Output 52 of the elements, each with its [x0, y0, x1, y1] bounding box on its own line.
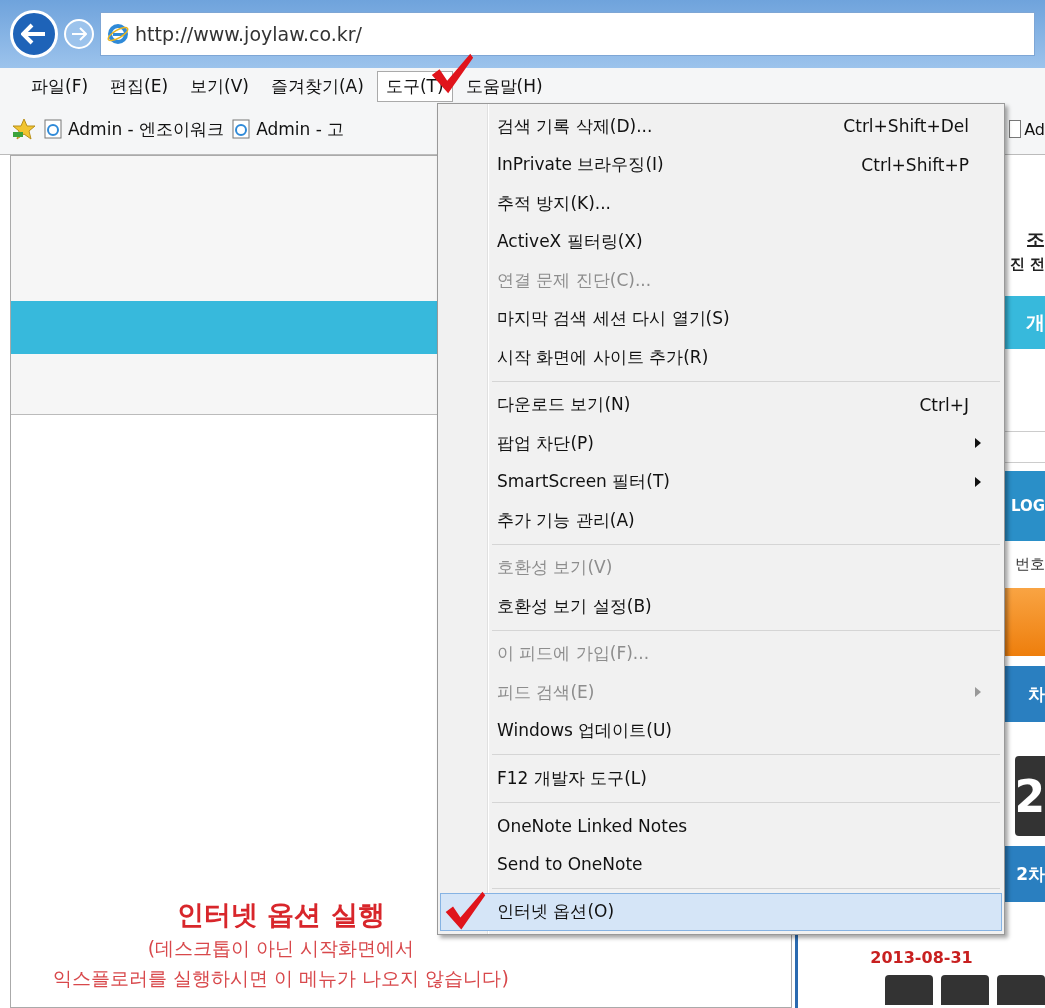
arrow-right-icon: [71, 27, 87, 41]
favorite-link[interactable]: Admin - 고: [232, 117, 345, 141]
counter-tile: 2: [1015, 756, 1045, 836]
menu-item[interactable]: 검색 기록 삭제(D)... Ctrl+Shift+Del: [440, 107, 1002, 146]
star-add-icon: [12, 118, 36, 140]
counter-tile: [997, 975, 1045, 1005]
login-button[interactable]: LOG: [1005, 471, 1045, 541]
counter-tile: [941, 975, 989, 1005]
annotation-text: 익스플로러를 실행하시면 이 메뉴가 나오지 않습니다): [53, 966, 509, 991]
menu-bar-item[interactable]: 보기(V): [181, 70, 258, 102]
forward-button[interactable]: [64, 19, 94, 49]
menu-bar-item[interactable]: 파일(F): [22, 70, 98, 102]
menu-item[interactable]: Windows 업데이트(U): [440, 711, 1002, 750]
menu-bar-item[interactable]: 도움말(H): [456, 70, 552, 102]
menu-item[interactable]: Send to OneNote: [440, 845, 1002, 884]
schedule-button[interactable]: 2차: [1005, 846, 1045, 902]
menu-item[interactable]: 시작 화면에 사이트 추가(R): [440, 338, 1002, 377]
menu-item[interactable]: SmartScreen 필터(T): [440, 462, 1002, 501]
submenu-arrow-icon: [975, 476, 981, 487]
address-field[interactable]: http://www.joylaw.co.kr/: [100, 12, 1035, 56]
favorite-link[interactable]: Admin - 엔조이워크: [44, 117, 225, 141]
field-label: 번호: [1015, 555, 1045, 574]
menu-item[interactable]: 추가 기능 관리(A): [440, 501, 1002, 540]
menu-item[interactable]: 호환성 보기 설정(B): [440, 587, 1002, 626]
menu-item[interactable]: 인터넷 옵션(O): [440, 892, 1002, 931]
menu-item[interactable]: F12 개발자 도구(L): [440, 759, 1002, 798]
menu-bar-item[interactable]: 즐겨찾기(A): [261, 70, 373, 102]
annotation-text: (데스크톱이 아닌 시작화면에서: [147, 936, 415, 961]
menu-item[interactable]: InPrivate 브라우징(I) Ctrl+Shift+P: [440, 145, 1002, 184]
menu-item[interactable]: 마지막 검색 세션 다시 열기(S): [440, 299, 1002, 338]
menu-item[interactable]: ActiveX 필터링(X): [440, 222, 1002, 261]
favorite-link[interactable]: Ad: [1009, 119, 1045, 139]
date-text: 2013-08-31: [870, 948, 973, 967]
menu-item[interactable]: 팝업 차단(P): [440, 424, 1002, 463]
banner: [1005, 588, 1045, 656]
page-icon: [232, 119, 251, 139]
arrow-left-icon: [21, 23, 47, 45]
submenu-arrow-icon: [975, 687, 981, 698]
menu-item[interactable]: OneNote Linked Notes: [440, 806, 1002, 845]
menu-item[interactable]: 다운로드 보기(N) Ctrl+J: [440, 385, 1002, 424]
site-title: 조: [1026, 227, 1045, 252]
submenu-arrow-icon: [975, 438, 981, 449]
menu-bar-item[interactable]: 편집(E): [101, 70, 178, 102]
annotation-title: 인터넷 옵션 실행: [177, 898, 385, 932]
page-icon: [1009, 120, 1022, 138]
browser-logo-icon: [107, 23, 129, 45]
menu-item[interactable]: 추적 방지(K)...: [440, 184, 1002, 223]
back-button[interactable]: [10, 10, 58, 58]
page-icon: [44, 119, 62, 139]
counter-tile: [885, 975, 933, 1005]
schedule-button[interactable]: 차: [1005, 666, 1045, 722]
site-subtitle: 진 전: [1009, 255, 1045, 274]
